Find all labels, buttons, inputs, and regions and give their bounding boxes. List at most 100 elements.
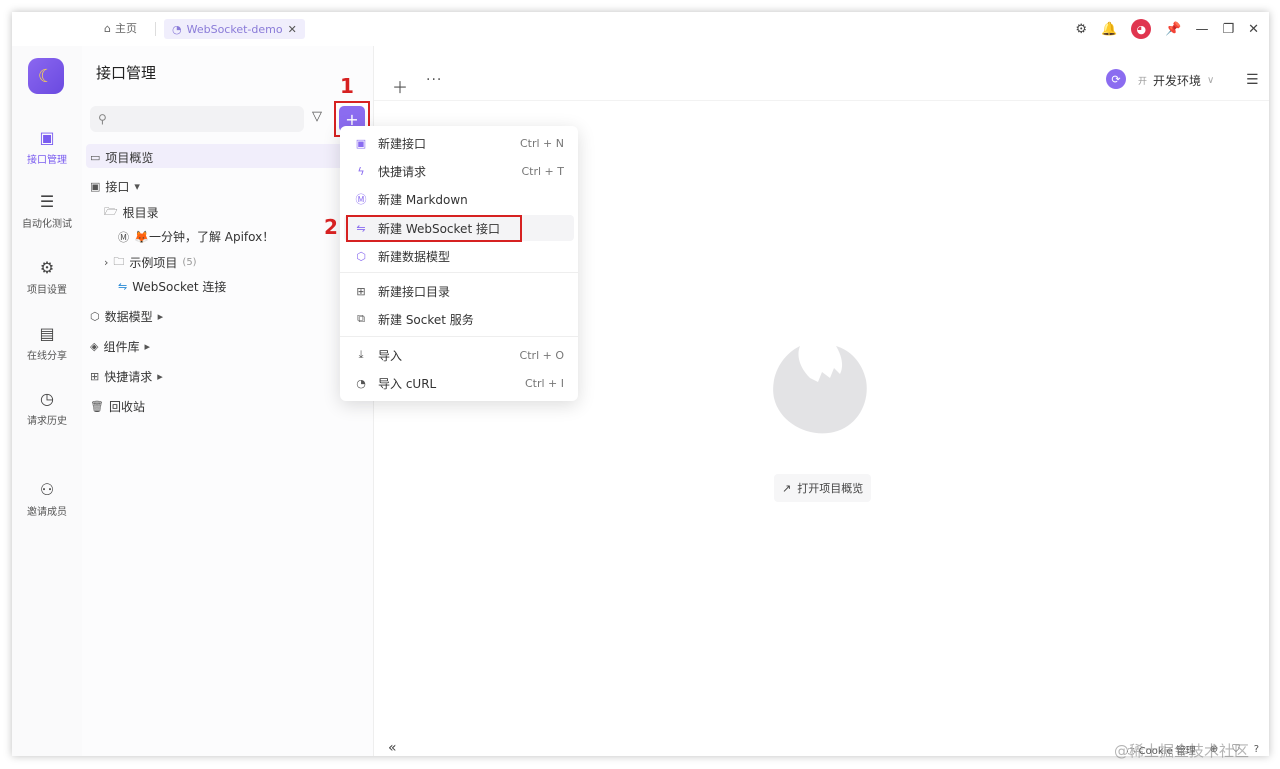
layers-icon: ◈ <box>90 340 99 353</box>
settings-icon: ⚙ <box>39 258 55 277</box>
rail-item-invite-members[interactable]: ⚇ 邀请成员 <box>12 480 82 518</box>
tree-item-overview[interactable]: ▭ 项目概览 <box>90 149 153 166</box>
new-item-dropdown: ▣ 新建接口 Ctrl + N ϟ 快捷请求 Ctrl + T Ⓜ 新建 Mar… <box>340 126 578 401</box>
rail-item-request-history[interactable]: ◷ 请求历史 <box>12 389 82 427</box>
tab-home[interactable]: ⌂ 主页 <box>104 20 137 36</box>
menu-item-shortcut: Ctrl + O <box>519 348 564 362</box>
api-icon: ▣ <box>39 128 55 147</box>
menu-item-label: 新建数据模型 <box>378 249 451 264</box>
rail-item-project-settings[interactable]: ⚙ 项目设置 <box>12 258 82 296</box>
tree-item-root-folder[interactable]: 🗁 根目录 <box>104 203 159 222</box>
avatar[interactable]: ◕ <box>1131 19 1152 39</box>
env-label: 开发环境 <box>1153 73 1202 88</box>
overview-icon: ▭ <box>90 151 101 164</box>
menu-item-label: 导入 cURL <box>378 376 437 391</box>
menu-item-label: 新建接口 <box>378 136 427 151</box>
menu-item-label: 快捷请求 <box>378 164 427 179</box>
menu-item-shortcut: Ctrl + T <box>521 164 564 178</box>
annotation-box-2 <box>346 215 522 242</box>
lightning-icon: ϟ <box>357 164 365 178</box>
restore-icon[interactable]: ❐ <box>1222 22 1234 37</box>
rail-item-online-share[interactable]: ▤ 在线分享 <box>12 324 82 362</box>
tree-item-quick-requests[interactable]: ⊞ 快捷请求 ▸ <box>90 368 163 385</box>
websocket-icon: ⇋ <box>118 280 128 293</box>
invite-user-icon: ⚇ <box>39 480 55 499</box>
tree-item-data-models[interactable]: ⬡ 数据模型 ▸ <box>90 308 163 325</box>
rail-item-label: 邀请成员 <box>27 507 67 518</box>
menu-item-new-api[interactable]: ▣ 新建接口 Ctrl + N <box>344 130 574 156</box>
menu-item-new-markdown[interactable]: Ⓜ 新建 Markdown <box>344 186 574 212</box>
tree-item-label: 🦊一分钟，了解 Apifox！ <box>134 230 275 244</box>
minimize-icon[interactable]: — <box>1195 22 1208 37</box>
menu-item-quick-request[interactable]: ϟ 快捷请求 Ctrl + T <box>344 158 574 184</box>
rail-item-label: 接口管理 <box>27 155 67 166</box>
menu-item-label: 新建接口目录 <box>378 284 451 299</box>
env-badge: 开 <box>1138 76 1148 87</box>
menu-item-import-curl[interactable]: ◔ 导入 cURL Ctrl + I <box>344 370 574 396</box>
open-overview-button[interactable]: ↗ 打开项目概览 <box>774 474 872 502</box>
tree-item-websocket[interactable]: ⇋ WebSocket 连接 <box>118 278 226 295</box>
divider <box>374 100 1269 101</box>
tab-divider <box>155 22 156 36</box>
menu-icon[interactable]: ☰ <box>1246 72 1259 88</box>
api-icon: ▣ <box>90 180 101 193</box>
markdown-icon: Ⓜ <box>355 193 367 206</box>
environment-select[interactable]: 开 开发环境 ∨ <box>1132 69 1232 91</box>
pin-icon[interactable]: 📌 <box>1165 22 1181 37</box>
bell-icon[interactable]: 🔔 <box>1101 22 1117 37</box>
tree-item-label: 回收站 <box>108 400 145 414</box>
tree-item-recycle-bin[interactable]: 🗑 回收站 <box>90 398 145 415</box>
external-link-icon: ↗ <box>782 481 792 495</box>
tree-item-doc[interactable]: Ⓜ 🦊一分钟，了解 Apifox！ <box>118 228 274 245</box>
markdown-icon: Ⓜ <box>118 230 129 244</box>
close-icon[interactable]: ✕ <box>1248 22 1259 37</box>
tab-websocket-demo[interactable]: ◔ WebSocket-demo ✕ <box>164 19 305 39</box>
annotation-number-1: 1 <box>340 74 354 98</box>
tree-item-label: 根目录 <box>122 206 159 220</box>
search-input[interactable]: ⚲ <box>90 106 304 132</box>
open-overview-label: 打开项目概览 <box>797 482 864 495</box>
tab-close-icon[interactable]: ✕ <box>288 23 297 36</box>
tree-item-api[interactable]: ▣ 接口 ▾ <box>90 178 140 195</box>
menu-item-new-api-folder[interactable]: ⊞ 新建接口目录 <box>344 278 574 304</box>
new-tab-button[interactable]: ＋ <box>392 74 408 98</box>
trash-icon: 🗑 <box>90 400 104 413</box>
menu-item-shortcut: Ctrl + N <box>519 136 564 150</box>
tree-item-label: 接口 <box>105 180 130 194</box>
rail-item-label: 自动化测试 <box>22 219 72 230</box>
menu-item-label: 导入 <box>378 348 403 363</box>
cube-icon: ⬡ <box>356 249 366 263</box>
tree-item-count: (5) <box>182 257 197 268</box>
menu-divider <box>340 336 578 337</box>
api-panel: 接口管理 ⚲ ▽ + 1 ▭ 项目概览 ▣ 接口 ▾ 🗁 根目录 Ⓜ 🦊一分钟，… <box>82 46 374 756</box>
gear-icon[interactable]: ⚙ <box>1075 22 1087 37</box>
left-rail: ☾ ▣ 接口管理 ☰ 自动化测试 ⚙ 项目设置 ▤ 在线分享 ◷ 请求历史 ⚇ … <box>12 46 82 756</box>
menu-item-new-data-model[interactable]: ⬡ 新建数据模型 <box>344 243 574 269</box>
tree-item-label: 组件库 <box>103 340 140 354</box>
collapse-sidebar-icon[interactable]: « <box>388 740 397 756</box>
app-logo: ☾ <box>28 58 64 94</box>
lightning-box-icon: ⊞ <box>90 370 100 383</box>
empty-state-logo <box>773 346 867 434</box>
annotation-number-2: 2 <box>324 215 338 239</box>
tree-item-components[interactable]: ◈ 组件库 ▸ <box>90 338 150 355</box>
menu-item-shortcut: Ctrl + I <box>524 376 564 390</box>
help-icon[interactable]: ? <box>1254 744 1259 755</box>
rail-item-automation[interactable]: ☰ 自动化测试 <box>12 192 82 230</box>
rail-item-api-management[interactable]: ▣ 接口管理 <box>12 128 82 166</box>
more-icon[interactable]: ··· <box>426 72 442 88</box>
menu-item-import[interactable]: ⤓ 导入 Ctrl + O <box>344 342 574 368</box>
panel-title: 接口管理 <box>96 64 157 82</box>
search-icon: ⚲ <box>98 112 107 126</box>
api-icon: ▣ <box>355 136 367 150</box>
tree-item-example-folder[interactable]: › 🗀 示例项目 (5) <box>104 253 197 272</box>
filter-icon[interactable]: ▽ <box>312 109 322 124</box>
tab-label: WebSocket-demo <box>186 22 283 36</box>
menu-divider <box>340 272 578 273</box>
tree-item-label: WebSocket 连接 <box>132 280 227 294</box>
sync-icon[interactable]: ⟳ <box>1106 69 1126 89</box>
tree-item-label: 示例项目 <box>129 256 178 270</box>
folder-open-icon: 🗁 <box>104 205 118 218</box>
tab-home-label: 主页 <box>114 22 137 35</box>
menu-item-new-socket-service[interactable]: ⧉ 新建 Socket 服务 <box>344 306 574 332</box>
